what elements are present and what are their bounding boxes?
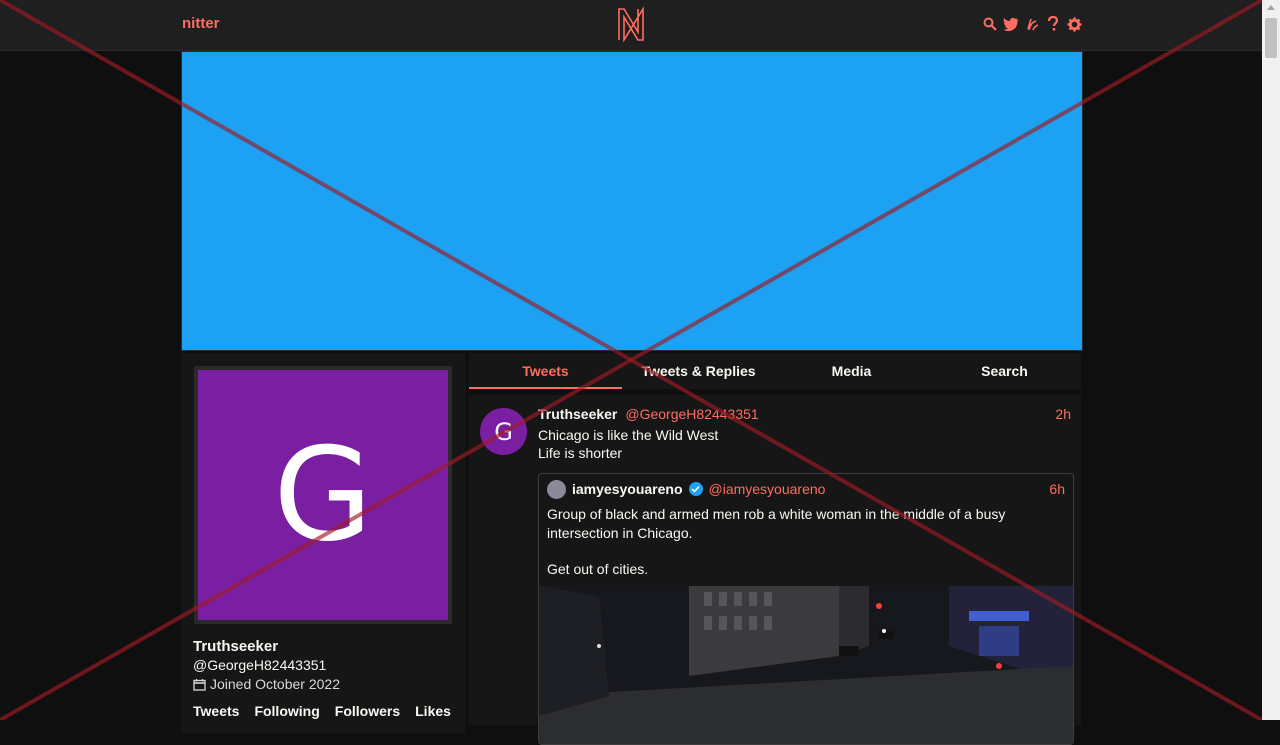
profile-card: G Truthseeker @GeorgeH82443351 Joined Oc…: [181, 353, 465, 733]
street-scene-image: [539, 586, 1073, 744]
scrollbar-thumb[interactable]: [1265, 18, 1277, 58]
tweet-line-2: Life is shorter: [538, 445, 623, 461]
stat-followers[interactable]: Followers: [335, 703, 400, 719]
quote-fullname[interactable]: iamyesyouareno: [572, 481, 683, 497]
gear-icon[interactable]: [1066, 15, 1082, 33]
tweet-content: Chicago is like the Wild West Life is sh…: [538, 426, 718, 462]
tweet-header: Truthseeker @GeorgeH82443351: [538, 406, 759, 422]
profile-avatar[interactable]: G: [194, 366, 452, 624]
stat-tweets[interactable]: Tweets: [193, 703, 239, 719]
tab-media[interactable]: Media: [775, 353, 928, 389]
profile-joined: Joined October 2022: [193, 676, 340, 692]
quote-media-image[interactable]: [539, 586, 1073, 744]
timeline: G Truthseeker @GeorgeH82443351 2h Chicag…: [469, 395, 1081, 745]
twitter-icon[interactable]: [1003, 15, 1019, 33]
quote-header: iamyesyouareno @iamyesyouareno: [572, 481, 825, 497]
calendar-icon: [193, 678, 206, 691]
profile-stats: Tweets Following Followers Likes: [193, 703, 451, 719]
quote-text-2: Get out of cities.: [547, 561, 649, 577]
rss-icon[interactable]: [1024, 15, 1040, 33]
quote-date[interactable]: 6h: [1049, 481, 1065, 497]
tweet-username[interactable]: @GeorgeH82443351: [625, 406, 758, 422]
scrollbar[interactable]: [1262, 0, 1280, 720]
tweet-line-1: Chicago is like the Wild West: [538, 427, 719, 443]
brand-link[interactable]: nitter: [182, 15, 220, 32]
help-icon[interactable]: [1045, 15, 1061, 33]
scroll-up-arrow-icon[interactable]: [1267, 5, 1275, 10]
quote-avatar[interactable]: [547, 480, 566, 499]
tweet-avatar[interactable]: G: [480, 408, 527, 455]
tweet-fullname[interactable]: Truthseeker: [538, 406, 617, 422]
timeline-tabs: Tweets Tweets & Replies Media Search: [469, 353, 1081, 389]
navbar: nitter: [0, 0, 1262, 51]
quote-text: Group of black and armed men rob a white…: [547, 505, 1047, 579]
profile-name[interactable]: Truthseeker: [193, 638, 278, 655]
quote-username[interactable]: @iamyesyouareno: [709, 481, 826, 497]
quoted-tweet[interactable]: iamyesyouareno @iamyesyouareno 6h Group …: [538, 473, 1074, 745]
tab-search[interactable]: Search: [928, 353, 1081, 389]
search-icon[interactable]: [982, 15, 998, 33]
tab-tweets-replies[interactable]: Tweets & Replies: [622, 353, 775, 389]
profile-banner[interactable]: [181, 51, 1083, 351]
verified-icon: [688, 482, 703, 496]
profile-avatar-letter: G: [198, 370, 448, 620]
nav-icons: [982, 15, 1082, 33]
stat-following[interactable]: Following: [254, 703, 319, 719]
quote-text-1: Group of black and armed men rob a white…: [547, 506, 1006, 541]
nitter-logo[interactable]: [616, 6, 646, 42]
tweet-date[interactable]: 2h: [1055, 406, 1071, 422]
stat-likes[interactable]: Likes: [415, 703, 451, 719]
tab-tweets[interactable]: Tweets: [469, 353, 622, 389]
profile-joined-text: Joined October 2022: [210, 676, 340, 692]
profile-handle[interactable]: @GeorgeH82443351: [193, 657, 326, 673]
